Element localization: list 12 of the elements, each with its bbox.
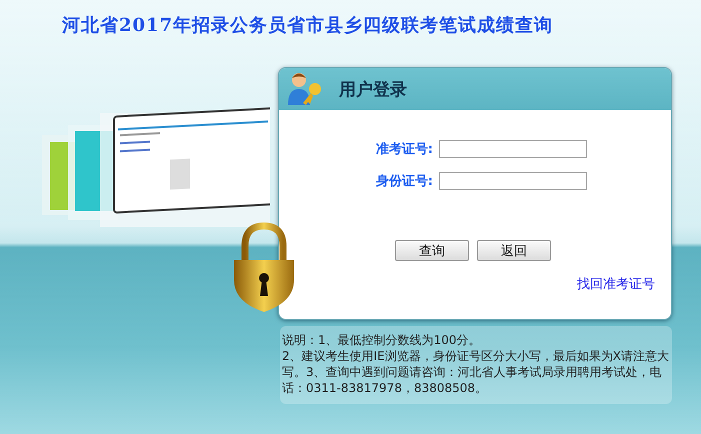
- field-label: 准考证号:: [376, 141, 433, 158]
- field-label: 身份证号:: [376, 173, 433, 190]
- note-text: 2、建议考生使用IE浏览器，身份证号区分大小写，最后如果为X请注意大写。3、查询中遇到问题请咨询：河北省人事考试局录用聘用考试处，电话：0311-83817978，83808508。: [282, 348, 670, 396]
- recover-id-link[interactable]: 找回准考证号: [577, 275, 655, 293]
- back-button[interactable]: 返回: [477, 240, 551, 261]
- page-title: 河北省2017年招录公务员省市县乡四级联考笔试成绩查询: [60, 14, 554, 38]
- padlock-icon: [231, 222, 297, 314]
- input-field[interactable]: [439, 140, 587, 158]
- note-text: 说明：1、最低控制分数线为100分。: [282, 332, 482, 348]
- query-button[interactable]: 查询: [395, 240, 469, 261]
- panel-title: 用户登录: [339, 78, 407, 100]
- input-field[interactable]: [439, 172, 587, 190]
